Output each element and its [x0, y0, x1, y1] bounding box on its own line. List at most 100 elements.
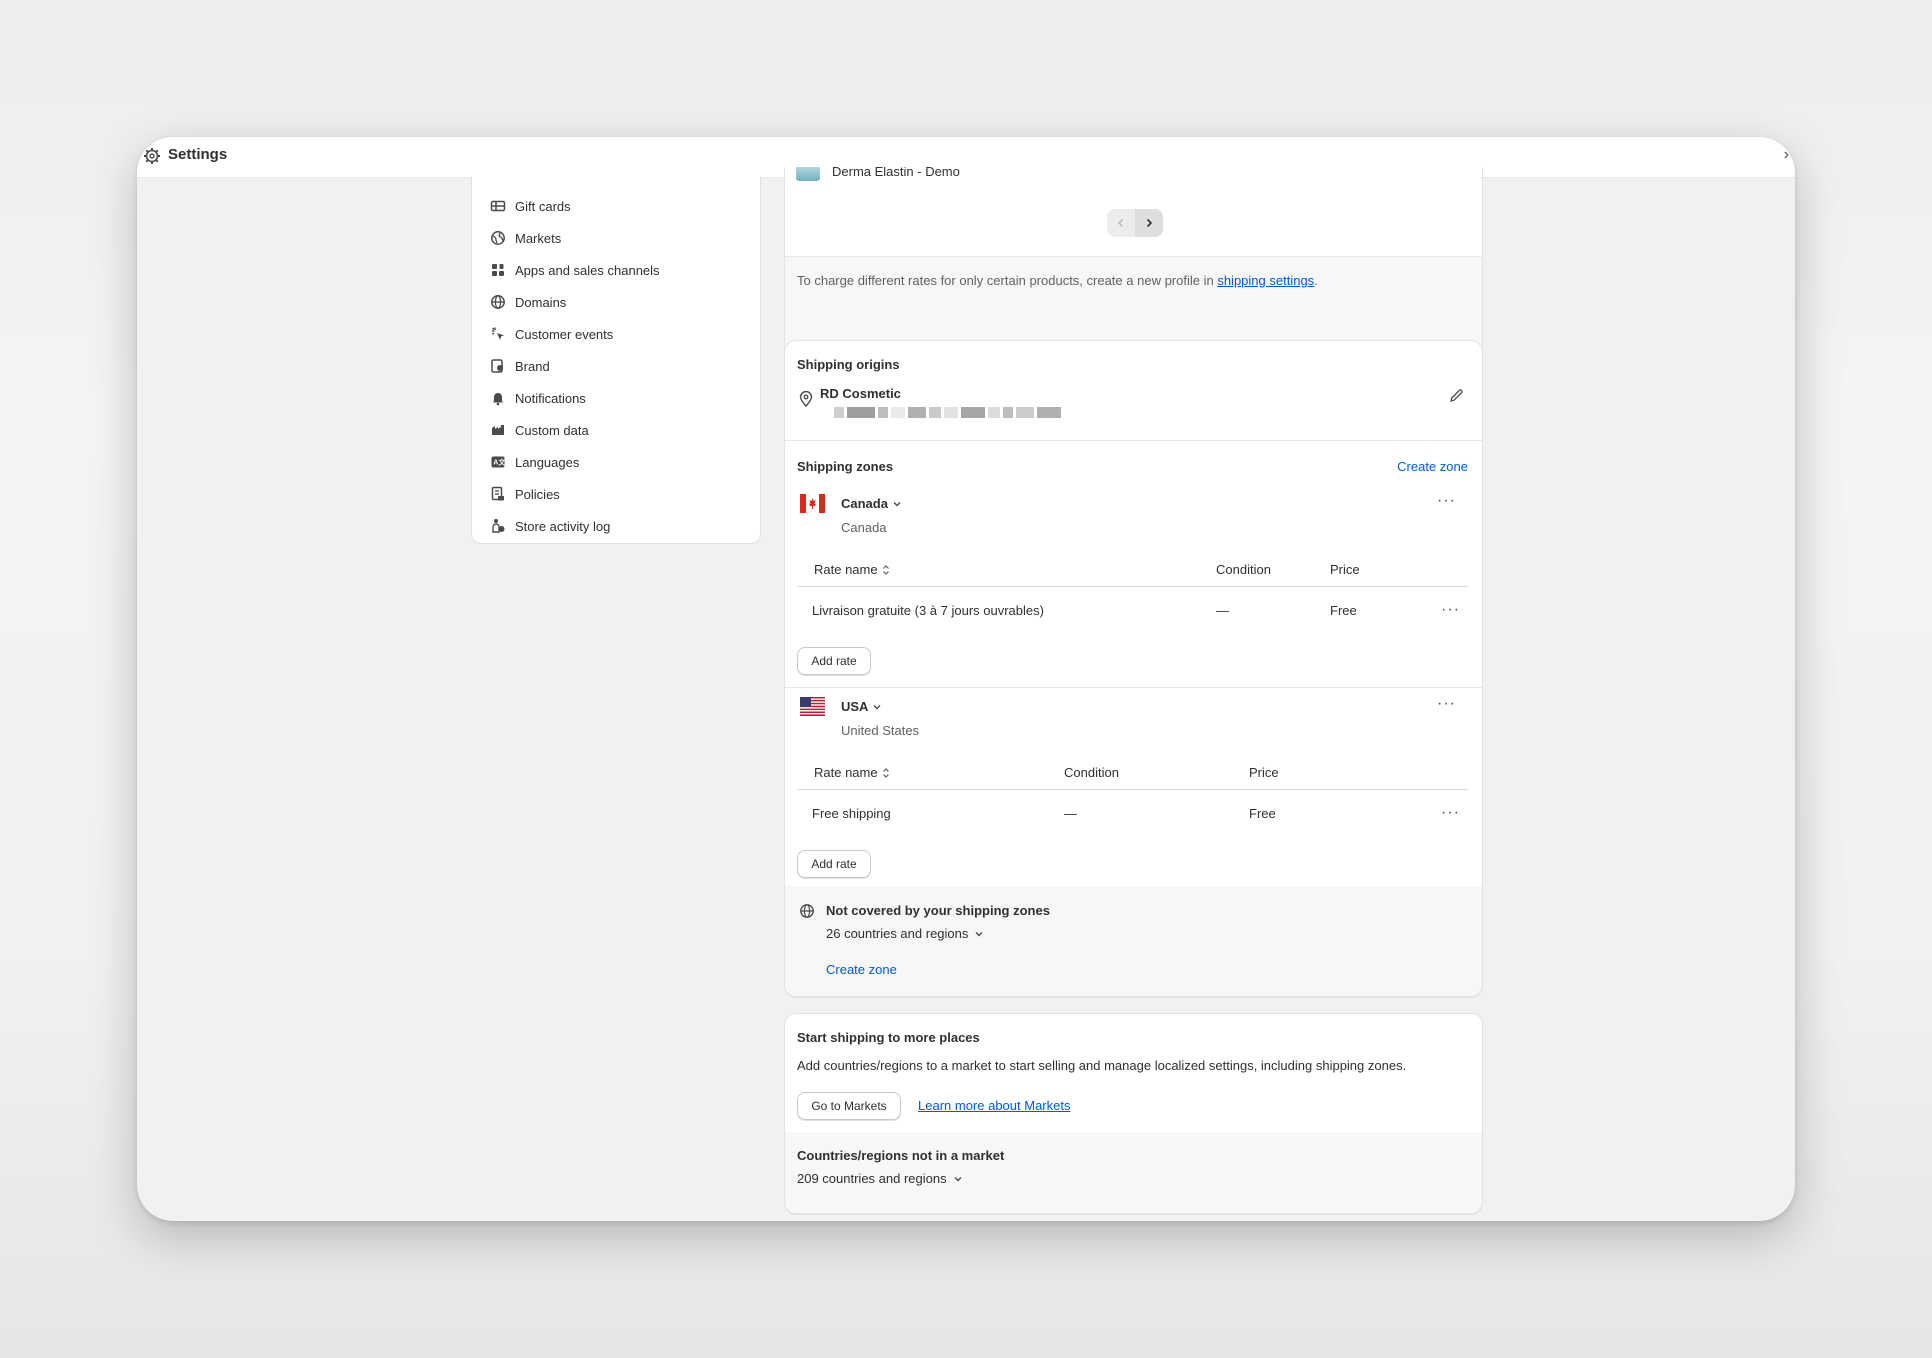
shipping-settings-link[interactable]: shipping settings [1217, 273, 1314, 288]
chevron-down-icon [954, 1176, 962, 1181]
column-header-rate-name[interactable]: Rate name [814, 562, 890, 577]
globe-icon [800, 904, 814, 918]
learn-more-markets-link[interactable]: Learn more about Markets [918, 1098, 1070, 1113]
svg-text:A文: A文 [493, 458, 506, 467]
zone-usa-toggle[interactable]: USA [841, 699, 882, 714]
add-rate-button[interactable]: Add rate [797, 850, 871, 878]
origin-location-name: RD Cosmetic [820, 386, 901, 401]
previous-page-button[interactable] [1107, 209, 1135, 237]
not-covered-count: 26 countries and regions [826, 926, 969, 941]
cursor-click-icon [492, 327, 504, 340]
sidebar-item-label: Languages [515, 454, 580, 470]
sidebar-item-label: Domains [515, 294, 567, 310]
chevron-right-icon [1146, 218, 1153, 228]
not-in-market-section: Countries/regions not in a market 209 co… [785, 1132, 1482, 1213]
pagination [1107, 209, 1163, 237]
zone-subtitle: Canada [841, 520, 887, 535]
apps-icon [492, 264, 504, 276]
sidebar-item-label: Brand [515, 358, 550, 374]
table-row: Livraison gratuite (3 à 7 jours ouvrable… [785, 587, 1482, 627]
sidebar-item-languages[interactable]: A文 Languages [490, 448, 579, 476]
zone-more-actions-icon[interactable]: ··· [1437, 493, 1456, 509]
zone-canada-toggle[interactable]: Canada [841, 496, 902, 511]
shipping-zones-heading: Shipping zones [797, 459, 894, 474]
zone-name: USA [841, 699, 869, 714]
sidebar-item-label: Store activity log [515, 518, 611, 534]
sidebar-item-apps[interactable]: Apps and sales channels [490, 256, 660, 284]
go-to-markets-button[interactable]: Go to Markets [797, 1092, 901, 1120]
divider [785, 440, 1482, 441]
origin-address-redacted [834, 405, 1064, 423]
close-icon[interactable]: › [1784, 146, 1789, 164]
gift-card-icon [490, 200, 506, 212]
not-in-market-title: Countries/regions not in a market [797, 1148, 1005, 1163]
sidebar-item-label: Custom data [515, 422, 589, 438]
usa-flag-icon [800, 697, 825, 716]
not-covered-section: Not covered by your shipping zones 26 co… [785, 886, 1482, 996]
rate-price: Free [1330, 603, 1357, 618]
footer-note: To charge different rates for only certa… [797, 273, 1318, 288]
column-label: Rate name [814, 562, 878, 577]
sidebar-item-domains[interactable]: Domains [490, 288, 566, 316]
edit-pencil-icon[interactable] [1449, 388, 1464, 403]
rate-more-actions-icon[interactable]: ··· [1441, 602, 1460, 618]
not-covered-title: Not covered by your shipping zones [826, 903, 1050, 918]
sidebar-item-customer-events[interactable]: Customer events [490, 320, 613, 348]
sidebar-item-markets[interactable]: Markets [490, 224, 561, 252]
sort-icon [882, 564, 889, 575]
column-header-condition: Condition [1216, 562, 1271, 577]
column-header-condition: Condition [1064, 765, 1119, 780]
sidebar-item-custom-data[interactable]: Custom data [490, 416, 589, 444]
create-zone-link[interactable]: Create zone [826, 962, 897, 977]
sidebar-item-activity-log[interactable]: Store activity log [490, 512, 610, 540]
sidebar-item-notifications[interactable]: Notifications [490, 384, 586, 412]
window-title: Settings [168, 146, 228, 163]
settings-sidebar: Gift cards Markets Apps and sales channe… [471, 177, 761, 544]
sidebar-item-label: Customer events [515, 326, 614, 342]
chevron-left-icon [1118, 219, 1123, 227]
next-page-button[interactable] [1135, 209, 1163, 237]
column-header-rate-name[interactable]: Rate name [814, 765, 890, 780]
sidebar-item-brand[interactable]: Brand [490, 352, 550, 380]
column-header-price: Price [1249, 765, 1279, 780]
more-places-description: Add countries/regions to a market to sta… [797, 1058, 1407, 1073]
not-covered-count-toggle[interactable]: 26 countries and regions [826, 926, 984, 941]
chevron-down-icon [873, 704, 881, 709]
sidebar-item-label: Markets [515, 230, 562, 246]
zone-more-actions-icon[interactable]: ··· [1437, 696, 1456, 712]
sidebar-item-label: Gift cards [515, 198, 571, 214]
sidebar-item-policies[interactable]: Policies [490, 480, 560, 508]
more-places-card: Start shipping to more places Add countr… [784, 1013, 1483, 1214]
create-zone-link[interactable]: Create zone [1397, 459, 1468, 474]
shipping-card: Shipping origins RD Cosmetic Shipping zo… [784, 340, 1483, 997]
add-rate-button[interactable]: Add rate [797, 647, 871, 675]
rate-name: Free shipping [812, 806, 891, 821]
globe-markets-icon [491, 231, 505, 245]
location-pin-icon [799, 391, 813, 407]
policy-icon [491, 486, 504, 501]
product-name: Derma Elastin - Demo [832, 167, 960, 179]
language-icon: A文 [491, 456, 506, 468]
footer-end: . [1314, 273, 1318, 288]
gear-icon [144, 148, 160, 164]
sidebar-item-label: Policies [515, 486, 560, 502]
product-thumbnail [796, 167, 820, 181]
chevron-down-icon [975, 931, 983, 936]
column-label: Rate name [814, 765, 878, 780]
bell-icon [493, 393, 503, 406]
zone-subtitle: United States [841, 723, 920, 738]
brand-icon [491, 359, 503, 373]
table-row: Free shipping — Free ··· [785, 790, 1482, 830]
activity-log-icon [492, 519, 505, 533]
products-card: Derma Elastin - Demo To charge different… [784, 167, 1483, 359]
sidebar-item-gift-cards[interactable]: Gift cards [490, 192, 571, 220]
footer-text: To charge different rates for only certa… [797, 273, 1218, 288]
settings-window: Settings › Gift cards Markets Apps and s… [137, 137, 1795, 1221]
custom-data-icon [492, 425, 504, 435]
rate-more-actions-icon[interactable]: ··· [1441, 805, 1460, 821]
more-places-heading: Start shipping to more places [797, 1030, 980, 1045]
rate-condition: — [1216, 603, 1229, 618]
not-in-market-count-toggle[interactable]: 209 countries and regions [797, 1171, 963, 1186]
sort-icon [882, 767, 889, 778]
shipping-origins-heading: Shipping origins [797, 357, 900, 372]
